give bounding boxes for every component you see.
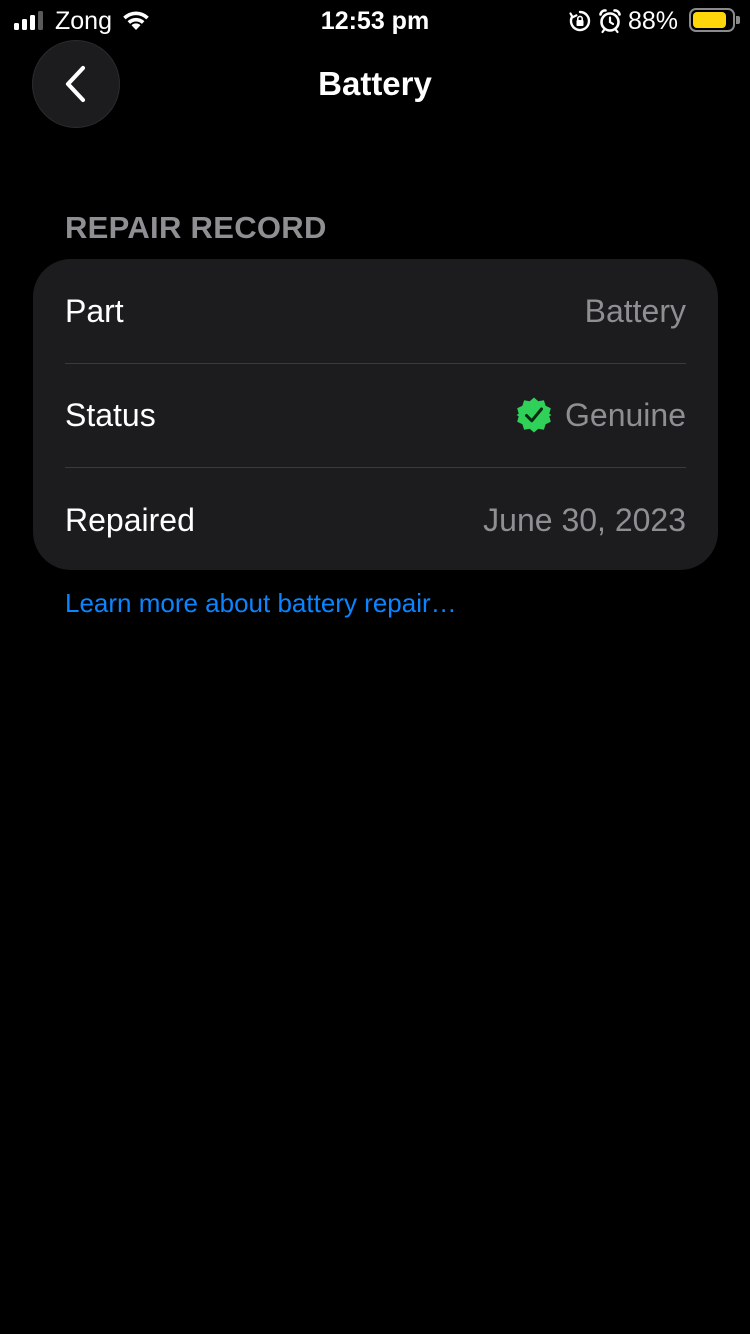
rotation-lock-icon (568, 9, 592, 38)
row-value: Genuine (515, 395, 686, 435)
row-value: June 30, 2023 (483, 500, 686, 540)
part-value: Battery (584, 292, 686, 329)
repair-record-card: Part Battery Status Genuine Repaired Jun… (33, 259, 718, 570)
battery-level-fill (693, 12, 727, 28)
battery-icon (689, 8, 740, 32)
repaired-date-value: June 30, 2023 (483, 501, 686, 538)
row-label: Part (65, 292, 124, 329)
repair-row-part: Part Battery (65, 259, 686, 363)
row-value: Battery (585, 291, 686, 331)
status-bar: Zong 12:53 pm 88% (0, 0, 750, 42)
section-header-repair-record: REPAIR RECORD (65, 210, 327, 245)
status-value: Genuine (565, 397, 686, 434)
battery-percentage: 88% (628, 7, 679, 35)
repair-row-status: Status Genuine (65, 362, 686, 468)
alarm-icon (598, 8, 622, 39)
row-label: Repaired (65, 501, 195, 538)
verified-badge-icon (516, 397, 552, 433)
page-title: Battery (318, 65, 432, 102)
learn-more-link[interactable]: Learn more about battery repair… (65, 586, 457, 620)
repair-row-repaired: Repaired June 30, 2023 (65, 467, 686, 572)
row-label: Status (65, 397, 156, 434)
